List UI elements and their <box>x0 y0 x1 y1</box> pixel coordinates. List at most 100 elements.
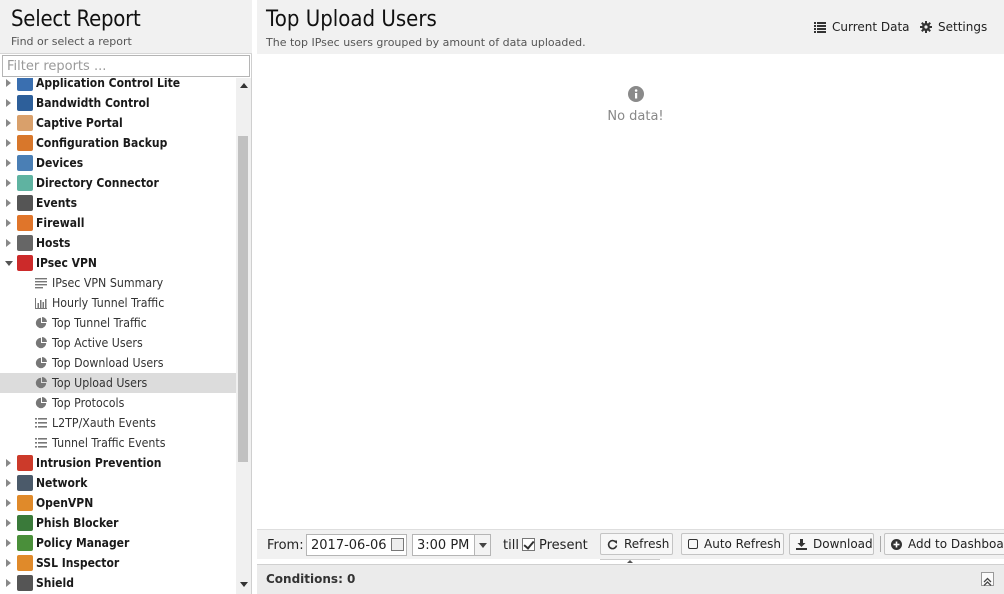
tree-item-label: Directory Connector <box>36 176 159 190</box>
tree-item-label: Phish Blocker <box>36 516 119 530</box>
tree-category[interactable]: Intrusion Prevention <box>0 453 236 473</box>
tree-category[interactable]: Network <box>0 473 236 493</box>
collapsed-arrow-icon[interactable] <box>6 559 11 567</box>
tree-report-item[interactable]: Hourly Tunnel Traffic <box>0 293 236 313</box>
collapsed-arrow-icon[interactable] <box>6 239 11 247</box>
collapsed-arrow-icon[interactable] <box>6 539 11 547</box>
intrusion-prevention-icon <box>17 455 33 471</box>
tree-report-item[interactable]: Top Protocols <box>0 393 236 413</box>
collapsed-arrow-icon[interactable] <box>6 159 11 167</box>
report-tree: Application Control Lite Bandwidth Contro… <box>0 78 236 594</box>
download-button[interactable]: Download <box>789 533 874 555</box>
from-label: From: <box>267 538 304 553</box>
collapsed-arrow-icon[interactable] <box>6 479 11 487</box>
tree-category[interactable]: Bandwidth Control <box>0 93 236 113</box>
tree-category[interactable]: IPsec VPN <box>0 253 236 273</box>
collapsed-arrow-icon[interactable] <box>6 139 11 147</box>
tree-category[interactable]: Captive Portal <box>0 113 236 133</box>
list-icon <box>35 438 47 448</box>
conditions-bar[interactable]: Conditions: 0 <box>257 564 1004 594</box>
text-lines-icon <box>35 278 47 289</box>
ssl-inspector-icon <box>17 555 33 571</box>
tree-report-item[interactable]: L2TP/Xauth Events <box>0 413 236 433</box>
tree-item-label: Intrusion Prevention <box>36 456 162 470</box>
start-time-select[interactable]: 3:00 PM <box>412 534 491 556</box>
tree-category[interactable]: Devices <box>0 153 236 173</box>
report-selector-header: Select Report Find or select a report <box>0 0 252 54</box>
report-view-panel: Top Upload Users The top IPsec users gro… <box>257 0 1004 594</box>
tree-category[interactable]: Phish Blocker <box>0 513 236 533</box>
reports-app: Select Report Find or select a report Ap… <box>0 0 1004 594</box>
collapsed-arrow-icon[interactable] <box>6 79 11 87</box>
tree-category[interactable]: Events <box>0 193 236 213</box>
tree-report-item[interactable]: Tunnel Traffic Events <box>0 433 236 453</box>
start-date-value: 2017-06-06 <box>311 538 387 553</box>
filter-reports-input[interactable] <box>2 55 250 77</box>
collapsed-arrow-icon[interactable] <box>6 199 11 207</box>
auto-refresh-button[interactable]: Auto Refresh <box>681 533 784 555</box>
panel-title: Select Report <box>11 7 141 32</box>
tree-item-label: Bandwidth Control <box>36 96 150 110</box>
download-label: Download <box>813 537 873 551</box>
tree-item-label: Tunnel Traffic Events <box>52 436 166 450</box>
tree-item-label: Shield <box>36 576 74 590</box>
tree-report-item[interactable]: IPsec VPN Summary <box>0 273 236 293</box>
collapsed-arrow-icon[interactable] <box>6 519 11 527</box>
tree-item-label: L2TP/Xauth Events <box>52 416 156 430</box>
scrollbar-thumb[interactable] <box>238 136 248 462</box>
config-backup-icon <box>17 135 33 151</box>
tree-category[interactable]: Application Control Lite <box>0 78 236 93</box>
tree-category[interactable]: Policy Manager <box>0 533 236 553</box>
present-label[interactable]: Present <box>539 538 588 553</box>
refresh-button[interactable]: Refresh <box>600 533 673 555</box>
tree-item-label: Top Protocols <box>52 396 125 410</box>
tree-category[interactable]: Firewall <box>0 213 236 233</box>
collapsed-arrow-icon[interactable] <box>6 219 11 227</box>
tree-item-label: Events <box>36 196 78 210</box>
tree-item-label: IPsec VPN <box>36 256 97 270</box>
tree-category[interactable]: Shield <box>0 573 236 593</box>
collapsed-arrow-icon[interactable] <box>6 119 11 127</box>
tree-scrollbar[interactable] <box>236 78 251 594</box>
tree-category[interactable]: SSL Inspector <box>0 553 236 573</box>
scroll-down-arrow-icon[interactable] <box>240 582 248 587</box>
collapsed-arrow-icon[interactable] <box>6 459 11 467</box>
tree-category[interactable]: Hosts <box>0 233 236 253</box>
app-control-lite-icon <box>17 78 33 91</box>
lock-icon <box>17 255 33 271</box>
bar-chart-icon <box>35 298 47 309</box>
refresh-label: Refresh <box>624 537 670 551</box>
tree-item-label: Network <box>36 476 88 490</box>
events-icon <box>17 195 33 211</box>
collapsed-arrow-icon[interactable] <box>6 499 11 507</box>
captive-portal-icon <box>17 115 33 131</box>
expanded-arrow-icon[interactable] <box>5 261 13 266</box>
add-to-dashboard-button[interactable]: Add to Dashboard <box>884 533 1004 555</box>
calendar-icon[interactable] <box>391 538 404 551</box>
collapsed-arrow-icon[interactable] <box>6 179 11 187</box>
tree-item-label: Captive Portal <box>36 116 123 130</box>
tree-item-label: Policy Manager <box>36 536 130 550</box>
openvpn-icon <box>17 495 33 511</box>
collapsed-arrow-icon[interactable] <box>6 99 11 107</box>
collapsed-arrow-icon[interactable] <box>6 579 11 587</box>
tree-report-item[interactable]: Top Tunnel Traffic <box>0 313 236 333</box>
download-icon <box>796 538 807 550</box>
tree-item-label: Firewall <box>36 216 85 230</box>
settings-button[interactable]: Settings <box>920 19 987 35</box>
tree-report-item[interactable]: Top Active Users <box>0 333 236 353</box>
tree-category[interactable]: Configuration Backup <box>0 133 236 153</box>
current-data-button[interactable]: Current Data <box>814 19 910 35</box>
scroll-up-arrow-icon[interactable] <box>240 83 248 88</box>
chevron-down-icon[interactable] <box>474 535 490 555</box>
start-date-field[interactable]: 2017-06-06 <box>306 534 407 556</box>
tree-category[interactable]: Directory Connector <box>0 173 236 193</box>
tree-item-label: Top Tunnel Traffic <box>52 316 147 330</box>
tree-item-label: Top Upload Users <box>52 376 148 390</box>
tree-report-item[interactable]: Top Download Users <box>0 353 236 373</box>
expand-conditions-icon[interactable] <box>981 572 994 586</box>
tree-category[interactable]: OpenVPN <box>0 493 236 513</box>
pie-chart-icon <box>35 357 47 369</box>
present-checkbox[interactable] <box>522 538 535 551</box>
tree-report-item[interactable]: Top Upload Users <box>0 373 236 393</box>
